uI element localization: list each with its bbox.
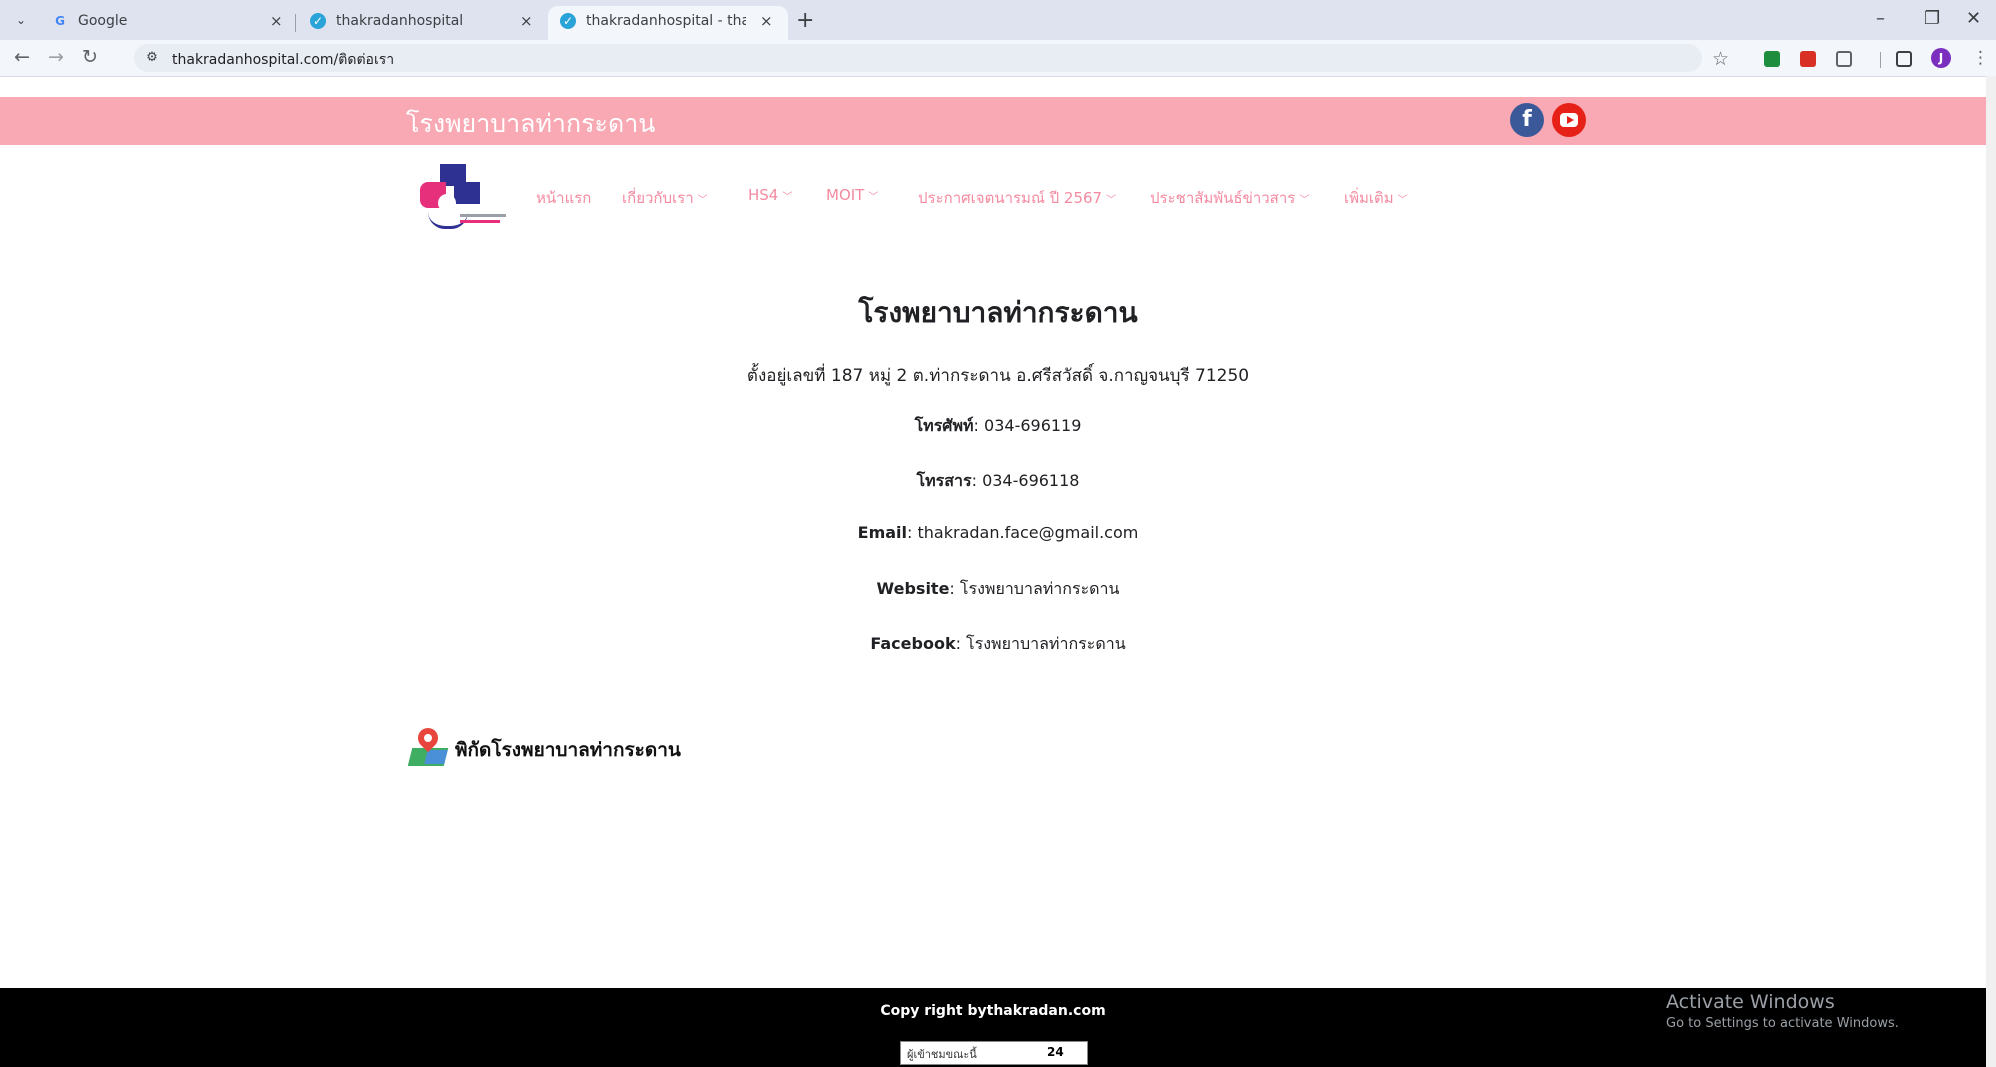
extension-green-icon[interactable]	[1764, 51, 1780, 67]
window-close-icon[interactable]: ✕	[1966, 8, 1981, 29]
toolbar-separator	[1880, 52, 1881, 68]
page-scrollbar[interactable]	[1986, 76, 1996, 1067]
tab-separator	[295, 14, 296, 32]
browser-tab-strip: ⌄ G Google × ✓ thakradanhospital × ✓ tha…	[0, 0, 1996, 40]
chevron-down-icon: ﹀	[1397, 195, 1408, 206]
url-text[interactable]: thakradanhospital.com/ติดต่อเรา	[172, 49, 394, 71]
back-arrow-icon[interactable]: ←	[14, 46, 30, 68]
chevron-down-icon: ﹀	[1299, 195, 1310, 206]
tab-title: Google	[78, 13, 128, 29]
website-label: Website	[876, 579, 950, 598]
hospital-favicon-icon: ✓	[560, 13, 576, 29]
tab-close-icon[interactable]: ×	[520, 6, 533, 36]
tab-title: thakradanhospital - thakradan	[586, 13, 746, 29]
nav-home[interactable]: หน้าแรก	[536, 186, 591, 210]
email-value[interactable]: : thakradan.face@gmail.com	[907, 523, 1138, 542]
site-info-icon[interactable]: ⚙	[142, 48, 162, 68]
fax-line: โทรสาร: 034-696118	[0, 469, 1996, 494]
forward-arrow-icon[interactable]: →	[48, 46, 64, 68]
chevron-down-icon: ﹀	[697, 195, 708, 206]
main-navigation: หน้าแรก เกี่ยวกับเรา ﹀ HS4 ﹀ MOIT ﹀ ประกาศเ…	[0, 186, 1996, 210]
facebook-line: Facebook: โรงพยาบาลท่ากระดาน	[0, 632, 1996, 657]
tab-close-icon[interactable]: ×	[270, 6, 283, 36]
youtube-play-triangle	[1567, 116, 1574, 124]
facebook-icon[interactable]: f	[1510, 103, 1544, 137]
nav-hs4[interactable]: HS4 ﹀	[748, 186, 792, 204]
nav-moit[interactable]: MOIT ﹀	[826, 186, 878, 204]
site-title[interactable]: โรงพยาบาลท่ากระดาน	[406, 104, 655, 144]
website-line: Website: โรงพยาบาลท่ากระดาน	[0, 577, 1996, 602]
profile-avatar[interactable]: J	[1931, 48, 1951, 68]
bookmark-star-icon[interactable]: ☆	[1712, 48, 1729, 70]
tab-thakradanhospital[interactable]: ✓ thakradanhospital ×	[298, 6, 548, 40]
nav-about[interactable]: เกี่ยวกับเรา ﹀	[622, 186, 708, 210]
phone-label: โทรศัพท์	[914, 416, 974, 435]
nav-news[interactable]: ประชาสัมพันธ์ข่าวสาร ﹀	[1150, 186, 1309, 210]
nav-intent-2567[interactable]: ประกาศเจตนารมณ์ ปี 2567 ﹀	[918, 186, 1116, 210]
chevron-down-icon: ﹀	[868, 192, 879, 203]
contact-heading: โรงพยาบาลท่ากระดาน	[858, 296, 1138, 329]
reload-icon[interactable]: ↻	[82, 46, 98, 68]
restore-icon[interactable]: ❐	[1924, 8, 1940, 29]
chevron-down-icon: ﹀	[1106, 195, 1117, 206]
browser-toolbar: ← → ↻ ⚙ thakradanhospital.com/ติดต่อเรา …	[0, 40, 1996, 77]
google-favicon-icon: G	[55, 14, 65, 28]
hospital-favicon-icon: ✓	[310, 13, 326, 29]
fax-label: โทรสาร	[916, 471, 972, 490]
map-pin-icon	[407, 723, 449, 768]
visitor-counter-label: ผู้เข้าชมขณะนี้	[907, 1048, 977, 1061]
phone-value: : 034-696119	[973, 416, 1082, 435]
facebook-value[interactable]: : โรงพยาบาลท่ากระดาน	[956, 634, 1126, 653]
youtube-icon[interactable]	[1552, 103, 1586, 137]
chevron-down-icon: ﹀	[782, 192, 793, 203]
extensions-puzzle-icon[interactable]	[1836, 51, 1852, 67]
email-line: Email: thakradan.face@gmail.com	[0, 523, 1996, 542]
minimize-icon[interactable]: –	[1876, 8, 1885, 29]
tab-search-chevron-icon[interactable]: ⌄	[10, 9, 32, 31]
visitor-counter: ผู้เข้าชมขณะนี้ 24	[900, 1041, 1088, 1065]
new-tab-plus-icon[interactable]: +	[796, 8, 814, 33]
facebook-label: Facebook	[870, 634, 956, 653]
tab-title: thakradanhospital	[336, 13, 464, 29]
phone-line: โทรศัพท์: 034-696119	[0, 414, 1996, 439]
website-value[interactable]: : โรงพยาบาลท่ากระดาน	[949, 579, 1119, 598]
visitor-counter-value: 24	[1047, 1045, 1064, 1059]
top-banner	[0, 97, 1986, 145]
map-section-title: พิกัดโรงพยาบาลท่ากระดาน	[455, 739, 681, 761]
nav-more[interactable]: เพิ่มเติม ﹀	[1344, 186, 1408, 210]
tab-close-icon[interactable]: ×	[760, 6, 773, 36]
email-label: Email	[857, 523, 908, 542]
tab-active-contact[interactable]: ✓ thakradanhospital - thakradan ×	[548, 6, 788, 40]
side-panel-icon[interactable]	[1896, 51, 1912, 67]
tab-google[interactable]: G Google ×	[40, 6, 290, 40]
pdf-extension-icon[interactable]	[1800, 51, 1816, 67]
activate-windows-subtitle: Go to Settings to activate Windows.	[1666, 1016, 1899, 1031]
activate-windows-title: Activate Windows	[1666, 991, 1835, 1013]
address-text: ตั้งอยู่เลขที่ 187 หมู่ 2 ต.ท่ากระดาน อ.…	[746, 366, 1250, 386]
address-bar[interactable]: ⚙ thakradanhospital.com/ติดต่อเรา	[134, 44, 1702, 72]
fax-value: : 034-696118	[971, 471, 1080, 490]
browser-menu-kebab-icon[interactable]: ⋮	[1972, 48, 1989, 68]
